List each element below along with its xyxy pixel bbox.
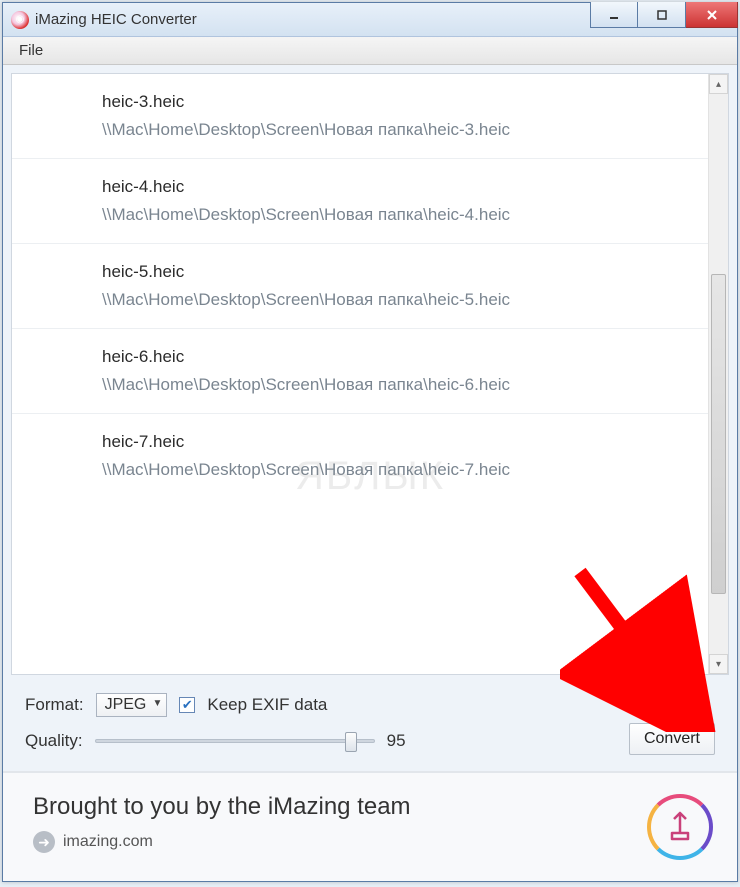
client-area: heic-3.heic \\Mac\Home\Desktop\Screen\Нов… <box>3 65 737 771</box>
footer-link[interactable]: ➜ imazing.com <box>33 831 411 853</box>
quality-value: 95 <box>387 731 406 751</box>
format-select[interactable]: JPEG <box>96 693 168 717</box>
file-path: \\Mac\Home\Desktop\Screen\Новая папка\he… <box>102 290 688 310</box>
quality-slider[interactable] <box>95 739 375 743</box>
file-path: \\Mac\Home\Desktop\Screen\Новая папка\he… <box>102 205 688 225</box>
file-path: \\Mac\Home\Desktop\Screen\Новая папка\he… <box>102 460 688 480</box>
app-window: ◉ iMazing HEIC Converter File heic-3.hei… <box>2 2 738 882</box>
file-name: heic-4.heic <box>102 177 688 197</box>
file-name: heic-6.heic <box>102 347 688 367</box>
close-button[interactable] <box>686 2 738 28</box>
file-list: heic-3.heic \\Mac\Home\Desktop\Screen\Нов… <box>12 74 708 674</box>
format-label: Format: <box>25 695 84 715</box>
slider-thumb[interactable] <box>345 732 357 752</box>
file-row[interactable]: heic-6.heic \\Mac\Home\Desktop\Screen\Нов… <box>12 329 708 414</box>
imazing-logo-icon <box>647 794 713 860</box>
settings-panel: Format: JPEG ✔ Keep EXIF data Quality: 9… <box>11 675 729 771</box>
maximize-button[interactable] <box>638 2 686 28</box>
file-name: heic-7.heic <box>102 432 688 452</box>
window-controls <box>590 3 737 36</box>
scrollbar-vertical[interactable]: ▴ ▾ <box>708 74 728 674</box>
file-row[interactable]: heic-3.heic \\Mac\Home\Desktop\Screen\Нов… <box>12 74 708 159</box>
scroll-down-icon[interactable]: ▾ <box>709 654 728 674</box>
file-name: heic-5.heic <box>102 262 688 282</box>
footer-link-text: imazing.com <box>63 833 153 851</box>
keep-exif-checkbox[interactable]: ✔ <box>179 697 195 713</box>
app-icon: ◉ <box>11 11 29 29</box>
title-bar: ◉ iMazing HEIC Converter <box>3 3 737 37</box>
scroll-up-icon[interactable]: ▴ <box>709 74 728 94</box>
file-row[interactable]: heic-5.heic \\Mac\Home\Desktop\Screen\Нов… <box>12 244 708 329</box>
footer: Brought to you by the iMazing team ➜ ima… <box>3 771 737 881</box>
file-row[interactable]: heic-4.heic \\Mac\Home\Desktop\Screen\Нов… <box>12 159 708 244</box>
footer-headline: Brought to you by the iMazing team <box>33 793 411 821</box>
keep-exif-label: Keep EXIF data <box>207 695 327 715</box>
menu-file[interactable]: File <box>13 40 49 61</box>
menu-bar: File <box>3 37 737 65</box>
convert-button[interactable]: Convert <box>629 723 715 755</box>
file-row[interactable]: heic-7.heic \\Mac\Home\Desktop\Screen\Нов… <box>12 414 708 498</box>
window-title: iMazing HEIC Converter <box>35 11 590 28</box>
arrow-right-icon: ➜ <box>33 831 55 853</box>
file-path: \\Mac\Home\Desktop\Screen\Новая папка\he… <box>102 375 688 395</box>
file-path: \\Mac\Home\Desktop\Screen\Новая папка\he… <box>102 120 688 140</box>
file-name: heic-3.heic <box>102 92 688 112</box>
minimize-button[interactable] <box>590 2 638 28</box>
quality-label: Quality: <box>25 731 83 751</box>
file-list-pane: heic-3.heic \\Mac\Home\Desktop\Screen\Нов… <box>11 73 729 675</box>
scroll-thumb[interactable] <box>711 274 726 594</box>
